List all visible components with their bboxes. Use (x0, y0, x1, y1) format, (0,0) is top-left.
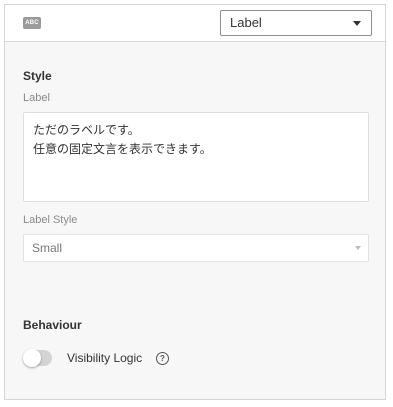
panel-header: ABC Label (5, 5, 385, 42)
style-section-title: Style (23, 69, 52, 83)
component-type-value: Label (230, 15, 262, 30)
label-style-field-label: Label Style (23, 214, 78, 226)
abc-icon: ABC (23, 17, 41, 29)
label-field-label: Label (23, 92, 50, 104)
toggle-knob (23, 349, 41, 367)
visibility-logic-toggle[interactable] (23, 349, 52, 367)
visibility-logic-label: Visibility Logic (67, 351, 143, 365)
question-circle-icon[interactable]: ? (156, 352, 169, 365)
component-type-select[interactable]: Label (220, 10, 372, 36)
label-style-value: Small (32, 241, 63, 255)
behaviour-section-title: Behaviour (23, 318, 82, 332)
caret-down-icon (353, 21, 361, 26)
caret-down-icon (355, 246, 361, 250)
properties-panel: ABC Label Style Label ただのラベルです。 任意の固定文言を… (4, 4, 386, 400)
label-style-select[interactable]: Small (23, 234, 369, 262)
label-textarea[interactable]: ただのラベルです。 任意の固定文言を表示できます。 (23, 112, 369, 202)
